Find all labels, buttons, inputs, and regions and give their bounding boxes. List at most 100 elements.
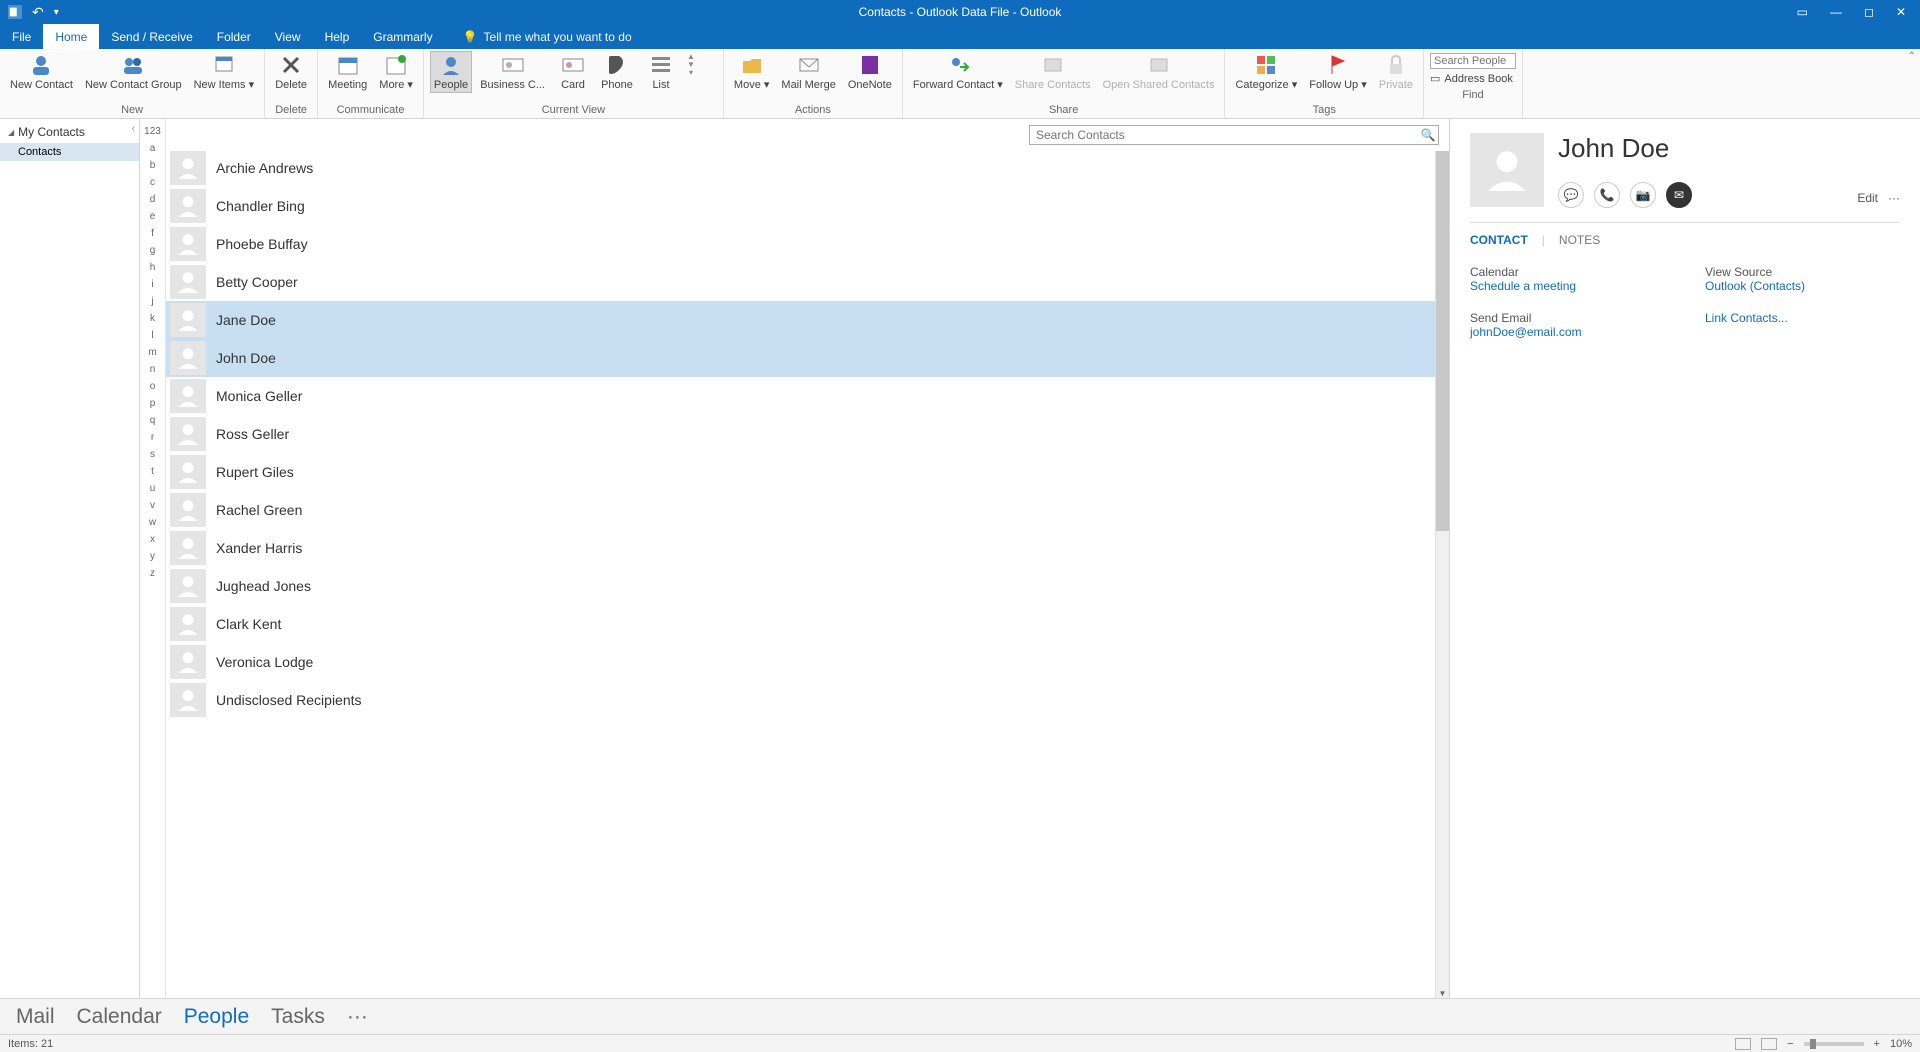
zoom-in-icon[interactable]: + [1874, 1038, 1880, 1050]
contact-row[interactable]: Jughead Jones [166, 567, 1449, 605]
view-normal-icon[interactable] [1735, 1038, 1751, 1050]
search-people-input[interactable] [1430, 53, 1516, 69]
contact-row[interactable]: Clark Kent [166, 605, 1449, 643]
tab-view[interactable]: View [263, 24, 313, 49]
contact-row[interactable]: Betty Cooper [166, 263, 1449, 301]
alpha-x[interactable]: x [140, 531, 165, 548]
zoom-slider[interactable] [1804, 1042, 1864, 1046]
more-button[interactable]: More ▾ [375, 51, 417, 93]
view-reading-icon[interactable] [1761, 1038, 1777, 1050]
link-contacts-link[interactable]: Link Contacts... [1705, 311, 1900, 325]
contact-row[interactable]: Archie Andrews [166, 149, 1449, 187]
alpha-s[interactable]: s [140, 446, 165, 463]
minimize-icon[interactable]: — [1830, 5, 1842, 19]
tab-send-receive[interactable]: Send / Receive [99, 24, 204, 49]
mail-merge-button[interactable]: Mail Merge [777, 51, 839, 93]
onenote-button[interactable]: OneNote [844, 51, 896, 93]
maximize-icon[interactable]: ◻ [1864, 5, 1874, 19]
new-contact-button[interactable]: New Contact [6, 51, 77, 93]
alpha-w[interactable]: w [140, 514, 165, 531]
tell-me-input[interactable]: Tell me what you want to do [484, 30, 632, 44]
scroll-thumb[interactable] [1436, 151, 1449, 531]
alpha-e[interactable]: e [140, 208, 165, 225]
video-icon[interactable]: 📷 [1630, 182, 1656, 208]
collapse-folder-pane-icon[interactable]: ‹ [132, 123, 135, 134]
search-contacts-box[interactable]: 🔍 [1029, 125, 1439, 145]
follow-up-button[interactable]: Follow Up ▾ [1305, 51, 1370, 93]
new-items-button[interactable]: New Items ▾ [190, 51, 259, 93]
alpha-f[interactable]: f [140, 225, 165, 242]
contact-row[interactable]: Monica Geller [166, 377, 1449, 415]
alpha-k[interactable]: k [140, 310, 165, 327]
email-icon[interactable]: ✉ [1666, 182, 1692, 208]
address-book-button[interactable]: ▭ Address Book [1430, 72, 1516, 85]
tab-grammarly[interactable]: Grammarly [361, 24, 444, 49]
open-shared-contacts-button[interactable]: Open Shared Contacts [1099, 51, 1219, 93]
view-card-button[interactable]: Card [553, 51, 593, 93]
alpha-q[interactable]: q [140, 412, 165, 429]
view-phone-button[interactable]: Phone [597, 51, 637, 93]
view-gallery-spinner[interactable]: ▲▼▾ [685, 51, 697, 79]
nav-calendar[interactable]: Calendar [77, 1005, 162, 1029]
contact-row[interactable]: Chandler Bing [166, 187, 1449, 225]
qat-customize-icon[interactable]: ▾ [54, 7, 59, 18]
private-button[interactable]: Private [1375, 51, 1417, 93]
share-contacts-button[interactable]: Share Contacts [1011, 51, 1095, 93]
my-contacts-header[interactable]: My Contacts [0, 119, 139, 143]
tab-folder[interactable]: Folder [205, 24, 263, 49]
tab-home[interactable]: Home [43, 24, 99, 49]
contact-row[interactable]: Phoebe Buffay [166, 225, 1449, 263]
view-list-button[interactable]: List [641, 51, 681, 93]
alpha-j[interactable]: j [140, 293, 165, 310]
new-contact-group-button[interactable]: New Contact Group [81, 51, 186, 93]
nav-people[interactable]: People [184, 1005, 249, 1029]
contact-email-link[interactable]: johnDoe@email.com [1470, 325, 1665, 339]
zoom-out-icon[interactable]: − [1787, 1038, 1793, 1050]
collapse-ribbon-icon[interactable]: ⌃ [1908, 51, 1916, 62]
nav-tasks[interactable]: Tasks [271, 1005, 325, 1029]
contact-row[interactable]: John Doe [166, 339, 1449, 377]
tab-help[interactable]: Help [313, 24, 362, 49]
view-people-button[interactable]: People [430, 51, 472, 93]
view-business-card-button[interactable]: Business C... [476, 51, 549, 93]
close-icon[interactable]: ✕ [1896, 5, 1906, 19]
nav-more-icon[interactable]: ··· [347, 1005, 368, 1029]
more-options-icon[interactable]: ··· [1888, 191, 1900, 205]
alpha-z[interactable]: z [140, 565, 165, 582]
contact-row[interactable]: Undisclosed Recipients [166, 681, 1449, 719]
alpha-u[interactable]: u [140, 480, 165, 497]
source-link[interactable]: Outlook (Contacts) [1705, 279, 1900, 293]
forward-contact-button[interactable]: Forward Contact ▾ [909, 51, 1007, 93]
alpha-l[interactable]: l [140, 327, 165, 344]
alpha-a[interactable]: a [140, 140, 165, 157]
im-icon[interactable]: 💬 [1558, 182, 1584, 208]
contact-row[interactable]: Xander Harris [166, 529, 1449, 567]
phone-icon[interactable]: 📞 [1594, 182, 1620, 208]
contact-row[interactable]: Veronica Lodge [166, 643, 1449, 681]
alpha-i[interactable]: i [140, 276, 165, 293]
search-icon[interactable]: 🔍 [1418, 128, 1438, 142]
alpha-m[interactable]: m [140, 344, 165, 361]
contact-row[interactable]: Rachel Green [166, 491, 1449, 529]
ribbon-display-icon[interactable]: ▭ [1797, 5, 1808, 19]
contact-row[interactable]: Ross Geller [166, 415, 1449, 453]
contact-row[interactable]: Jane Doe [166, 301, 1449, 339]
tab-file[interactable]: File [0, 24, 43, 49]
search-contacts-input[interactable] [1030, 128, 1418, 142]
alpha-t[interactable]: t [140, 463, 165, 480]
alpha-p[interactable]: p [140, 395, 165, 412]
alpha-n[interactable]: n [140, 361, 165, 378]
detail-tab-notes[interactable]: NOTES [1559, 233, 1600, 247]
edit-button[interactable]: Edit [1857, 191, 1878, 205]
detail-tab-contact[interactable]: CONTACT [1470, 233, 1528, 247]
scrollbar[interactable]: ▲ ▼ [1435, 151, 1449, 998]
nav-mail[interactable]: Mail [16, 1005, 55, 1029]
categorize-button[interactable]: Categorize ▾ [1231, 51, 1301, 93]
contacts-folder[interactable]: Contacts [0, 143, 139, 161]
move-button[interactable]: Move ▾ [730, 51, 773, 93]
schedule-meeting-link[interactable]: Schedule a meeting [1470, 279, 1665, 293]
scroll-down-icon[interactable]: ▼ [1436, 989, 1449, 998]
alpha-v[interactable]: v [140, 497, 165, 514]
alpha-b[interactable]: b [140, 157, 165, 174]
delete-button[interactable]: Delete [271, 51, 311, 93]
